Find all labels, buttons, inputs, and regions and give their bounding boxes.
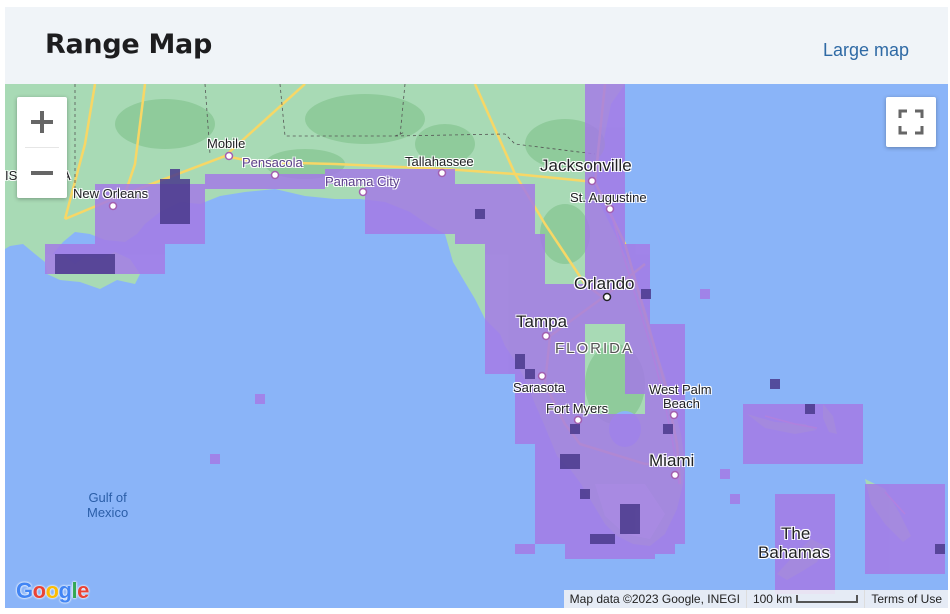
- label-fort-myers: Fort Myers: [546, 401, 609, 416]
- range-map[interactable]: Mobile Pensacola New Orleans Panama City…: [5, 84, 948, 608]
- plus-icon: [31, 111, 53, 133]
- label-orlando: Orlando: [574, 274, 635, 293]
- label-panama-city: Panama City: [325, 174, 400, 189]
- label-mexico: Mexico: [87, 505, 129, 520]
- label-beach: Beach: [663, 396, 700, 411]
- large-map-link[interactable]: Large map: [823, 40, 909, 61]
- label-miami: Miami: [649, 451, 695, 470]
- zoom-in-button[interactable]: [17, 97, 67, 147]
- map-data-attribution[interactable]: Map data ©2023 Google, INEGI: [564, 590, 746, 608]
- label-the: The: [781, 524, 811, 543]
- label-pensacola: Pensacola: [242, 155, 303, 170]
- zoom-out-button[interactable]: [17, 148, 67, 198]
- zoom-control: [17, 97, 67, 198]
- label-mobile: Mobile: [207, 136, 246, 151]
- label-west-palm: West Palm: [649, 382, 712, 397]
- fullscreen-button[interactable]: [886, 97, 936, 147]
- label-florida: FLORIDA: [555, 340, 635, 357]
- page-title: Range Map: [45, 29, 212, 60]
- label-tallahassee: Tallahassee: [405, 154, 474, 169]
- minus-icon: [31, 171, 53, 175]
- label-bahamas: Bahamas: [758, 543, 830, 562]
- google-logo[interactable]: Google: [16, 578, 89, 604]
- terms-of-use-link[interactable]: Terms of Use: [864, 590, 948, 608]
- map-scale-label: 100 km: [752, 592, 793, 606]
- range-map-header: Range Map Large map: [5, 7, 948, 85]
- map-scale[interactable]: 100 km: [745, 590, 864, 608]
- scale-bar-icon: [796, 595, 859, 603]
- label-gulf-of: Gulf of: [88, 490, 127, 505]
- map-attribution: Map data ©2023 Google, INEGI 100 km Term…: [563, 590, 948, 608]
- label-tampa: Tampa: [516, 312, 568, 331]
- label-new-orleans: New Orleans: [73, 186, 149, 201]
- label-jacksonville: Jacksonville: [540, 156, 632, 175]
- label-edge-left: IS: [5, 168, 18, 183]
- label-sarasota: Sarasota: [513, 380, 566, 395]
- label-gulf-of-mexico: Gulf of Mexico: [87, 490, 128, 520]
- label-st-augustine: St. Augustine: [570, 190, 647, 205]
- fullscreen-icon: [898, 109, 924, 135]
